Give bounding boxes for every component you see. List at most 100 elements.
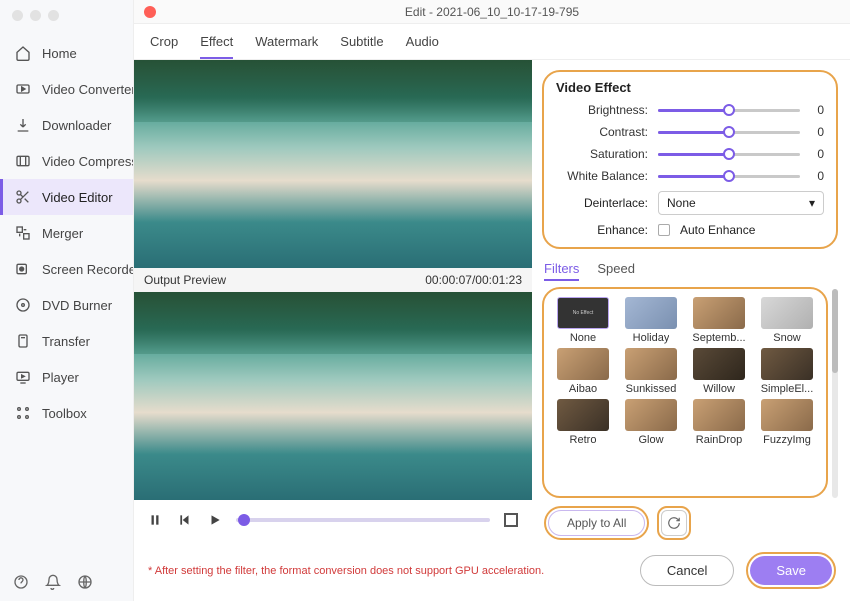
nav-label: Video Editor xyxy=(42,190,113,205)
nav-video-editor[interactable]: Video Editor xyxy=(0,179,133,215)
disc-icon xyxy=(14,296,32,314)
brightness-slider[interactable] xyxy=(658,109,800,112)
zoom-dot[interactable] xyxy=(48,10,59,21)
nav-toolbox[interactable]: Toolbox xyxy=(0,395,133,431)
nav-merger[interactable]: Merger xyxy=(0,215,133,251)
minimize-dot[interactable] xyxy=(30,10,41,21)
filter-thumb xyxy=(557,348,609,380)
filter-thumb xyxy=(761,297,813,329)
filter-snow[interactable]: Snow xyxy=(756,297,818,344)
filter-september[interactable]: Septemb... xyxy=(688,297,750,344)
filter-none[interactable]: No EffectNone xyxy=(552,297,614,344)
nav-label: Video Converter xyxy=(42,82,133,97)
tab-audio[interactable]: Audio xyxy=(406,34,439,59)
download-icon xyxy=(14,116,32,134)
auto-enhance-checkbox[interactable] xyxy=(658,224,670,236)
chevron-down-icon: ▾ xyxy=(809,196,815,210)
close-icon[interactable] xyxy=(144,6,156,18)
auto-enhance-label: Auto Enhance xyxy=(680,223,755,237)
globe-icon[interactable] xyxy=(76,573,94,591)
nav-home[interactable]: Home xyxy=(0,35,133,71)
sidebar-footer xyxy=(0,563,133,601)
nav-player[interactable]: Player xyxy=(0,359,133,395)
nav-transfer[interactable]: Transfer xyxy=(0,323,133,359)
filter-label: Snow xyxy=(773,332,801,344)
help-icon[interactable] xyxy=(12,573,30,591)
filter-retro[interactable]: Retro xyxy=(552,399,614,446)
tab-crop[interactable]: Crop xyxy=(150,34,178,59)
play-controls xyxy=(134,500,532,540)
seek-slider[interactable] xyxy=(236,518,490,522)
footnote: * After setting the filter, the format c… xyxy=(148,565,628,577)
filter-glow[interactable]: Glow xyxy=(620,399,682,446)
nav-label: Screen Recorder xyxy=(42,262,133,277)
prev-frame-icon[interactable] xyxy=(176,511,194,529)
player-icon xyxy=(14,368,32,386)
footer: * After setting the filter, the format c… xyxy=(134,540,850,601)
nav-video-compressor[interactable]: Video Compressor xyxy=(0,143,133,179)
save-button[interactable]: Save xyxy=(750,556,832,585)
output-preview xyxy=(134,292,532,500)
filter-thumb xyxy=(693,297,745,329)
tab-effect[interactable]: Effect xyxy=(200,34,233,59)
contrast-slider[interactable] xyxy=(658,131,800,134)
output-label: Output Preview xyxy=(144,273,226,287)
filter-thumb xyxy=(693,348,745,380)
sidebar: Home Video Converter Downloader Video Co… xyxy=(0,0,134,601)
filters-scrollbar[interactable] xyxy=(832,289,838,498)
nav-downloader[interactable]: Downloader xyxy=(0,107,133,143)
pause-icon[interactable] xyxy=(146,511,164,529)
cancel-button[interactable]: Cancel xyxy=(640,555,734,586)
brightness-label: Brightness: xyxy=(556,103,648,117)
toolbox-icon xyxy=(14,404,32,422)
subtabs: Filters Speed xyxy=(544,261,836,281)
filter-raindrop[interactable]: RainDrop xyxy=(688,399,750,446)
timecode: 00:00:07/00:01:23 xyxy=(425,273,522,287)
effects-column: Video Effect Brightness: 0 Contrast: 0 S… xyxy=(532,60,850,540)
bell-icon[interactable] xyxy=(44,573,62,591)
nav-label: Toolbox xyxy=(42,406,87,421)
filter-willow[interactable]: Willow xyxy=(688,348,750,395)
filter-label: Sunkissed xyxy=(626,383,677,395)
whitebalance-value: 0 xyxy=(810,169,824,183)
filter-aibao[interactable]: Aibao xyxy=(552,348,614,395)
filter-label: FuzzyImg xyxy=(763,434,811,446)
nav-label: Transfer xyxy=(42,334,90,349)
scissors-icon xyxy=(14,188,32,206)
filter-simpleel[interactable]: SimpleEl... xyxy=(756,348,818,395)
whitebalance-slider[interactable] xyxy=(658,175,800,178)
filter-thumb xyxy=(761,348,813,380)
filter-sunkissed[interactable]: Sunkissed xyxy=(620,348,682,395)
apply-to-all-button[interactable]: Apply to All xyxy=(548,510,645,536)
deinterlace-select[interactable]: None ▾ xyxy=(658,191,824,215)
subtab-filters[interactable]: Filters xyxy=(544,261,579,281)
video-effect-panel: Video Effect Brightness: 0 Contrast: 0 S… xyxy=(542,70,838,249)
saturation-value: 0 xyxy=(810,147,824,161)
filter-thumb xyxy=(761,399,813,431)
filter-thumb: No Effect xyxy=(557,297,609,329)
preview-column: Output Preview 00:00:07/00:01:23 xyxy=(134,60,532,540)
play-icon[interactable] xyxy=(206,511,224,529)
tab-watermark[interactable]: Watermark xyxy=(255,34,318,59)
nav-label: Merger xyxy=(42,226,83,241)
nav-screen-recorder[interactable]: Screen Recorder xyxy=(0,251,133,287)
filter-fuzzyimg[interactable]: FuzzyImg xyxy=(756,399,818,446)
deinterlace-row: Deinterlace: None ▾ xyxy=(556,191,824,215)
tab-subtitle[interactable]: Subtitle xyxy=(340,34,383,59)
nav-label: Player xyxy=(42,370,79,385)
filter-thumb xyxy=(557,399,609,431)
converter-icon xyxy=(14,80,32,98)
nav-video-converter[interactable]: Video Converter xyxy=(0,71,133,107)
fullscreen-icon[interactable] xyxy=(502,511,520,529)
nav-dvd-burner[interactable]: DVD Burner xyxy=(0,287,133,323)
saturation-row: Saturation: 0 xyxy=(556,147,824,161)
subtab-speed[interactable]: Speed xyxy=(597,261,635,281)
output-bar: Output Preview 00:00:07/00:01:23 xyxy=(134,268,532,292)
contrast-row: Contrast: 0 xyxy=(556,125,824,139)
filter-holiday[interactable]: Holiday xyxy=(620,297,682,344)
reset-button[interactable] xyxy=(661,510,687,536)
close-dot[interactable] xyxy=(12,10,23,21)
saturation-slider[interactable] xyxy=(658,153,800,156)
original-preview xyxy=(134,60,532,268)
filter-label: RainDrop xyxy=(696,434,742,446)
